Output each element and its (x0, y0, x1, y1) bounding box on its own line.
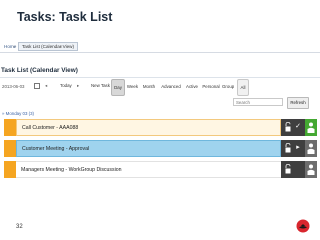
task-body[interactable]: Managers Meeting - WorkGroup Discussion (16, 161, 281, 178)
prev-day-button[interactable]: ◂ (45, 83, 47, 89)
task-row[interactable]: Managers Meeting - WorkGroup Discussion (4, 161, 317, 178)
view-group-button[interactable]: Group (222, 79, 234, 94)
view-day-button[interactable]: Day (111, 79, 125, 96)
priority-stripe (4, 161, 16, 178)
slide-title: Tasks: Task List (17, 10, 113, 24)
page-number: 32 (16, 224, 23, 230)
view-all-button[interactable]: All (237, 79, 249, 96)
next-day-button[interactable]: ▸ (77, 83, 79, 89)
view-week-button[interactable]: Week (126, 79, 139, 94)
task-body[interactable]: Customer Meeting - Approval (16, 140, 281, 157)
owner-box[interactable] (305, 161, 317, 178)
task-row[interactable]: Call Customer - AAA088 ✓ (4, 119, 317, 136)
person-icon (307, 164, 315, 175)
breadcrumb-separator: » (13, 44, 16, 49)
close-icon[interactable]: x (60, 44, 62, 49)
refresh-button[interactable]: Refresh (287, 97, 309, 109)
check-icon[interactable]: ✓ (294, 122, 302, 132)
page-title: Task List (Calendar View) (1, 67, 78, 74)
task-controls (281, 161, 317, 178)
tab-task-list-calendar-view[interactable]: Task List (Calendar View) (18, 42, 78, 51)
priority-stripe (4, 140, 16, 157)
today-button[interactable]: Today (60, 83, 72, 88)
view-advanced-button[interactable]: Advanced (160, 79, 182, 94)
red-hat-logo-icon (296, 219, 310, 233)
breadcrumb: Home » Task List (Calendar View) x (0, 42, 320, 53)
priority-stripe (4, 119, 16, 136)
task-row[interactable]: Customer Meeting - Approval ▸ (4, 140, 317, 157)
task-controls: ✓ (281, 119, 317, 136)
task-label[interactable]: Customer Meeting - Approval (22, 146, 89, 152)
view-personal-button[interactable]: Personal (202, 79, 220, 94)
task-label[interactable]: Managers Meeting - WorkGroup Discussion (21, 167, 122, 173)
toolbar: 2013-06-03 ◂ Today ▸ New Task Day Week M… (0, 77, 320, 100)
unlock-icon[interactable] (285, 122, 291, 132)
owner-box[interactable] (305, 119, 317, 136)
view-month-button[interactable]: Month (141, 79, 157, 94)
person-icon (307, 122, 315, 133)
task-list-screenshot: Home » Task List (Calendar View) x Task … (0, 40, 320, 195)
task-controls: ▸ (281, 140, 317, 157)
view-active-button[interactable]: Active (186, 79, 198, 94)
new-task-button[interactable]: New Task (91, 83, 110, 88)
calendar-icon[interactable] (34, 83, 40, 89)
search-input[interactable] (233, 98, 283, 106)
day-group-header[interactable]: » Monday 03 (3) (2, 111, 34, 116)
play-icon[interactable]: ▸ (294, 143, 302, 153)
owner-box[interactable] (305, 140, 317, 157)
person-icon (307, 143, 315, 154)
unlock-icon[interactable] (285, 143, 291, 153)
task-body[interactable]: Call Customer - AAA088 (16, 119, 281, 136)
unlock-icon[interactable] (285, 164, 291, 174)
task-label[interactable]: Call Customer - AAA088 (22, 125, 78, 131)
date-field[interactable]: 2013-06-03 (2, 84, 24, 89)
